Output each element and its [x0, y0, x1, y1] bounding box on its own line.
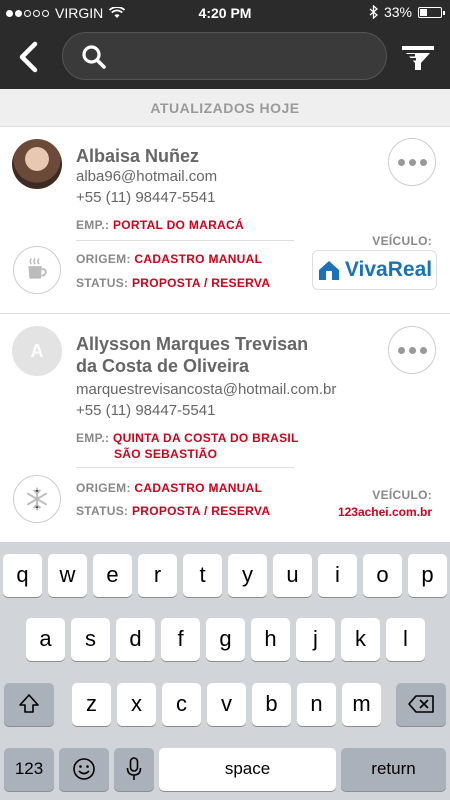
lead-origem: ORIGEM: CADASTRO MANUAL	[76, 252, 262, 266]
key-f[interactable]: f	[161, 618, 200, 661]
key-e[interactable]: e	[93, 554, 132, 597]
battery-percent: 33%	[383, 4, 412, 20]
key-t[interactable]: t	[183, 554, 222, 597]
shift-icon	[19, 694, 39, 713]
origem-label: ORIGEM:	[76, 252, 131, 266]
lead-card[interactable]: A Allysson Marques Trevisan da Costa de …	[0, 315, 450, 542]
key-d[interactable]: d	[116, 618, 155, 661]
status-value: PROPOSTA / RESERVA	[131, 276, 271, 290]
veiculo-label: VEÍCULO:	[372, 234, 432, 248]
lead-name-continued: da Costa de Oliveira	[76, 356, 250, 376]
search-icon	[82, 45, 106, 69]
more-options-button[interactable]	[388, 138, 436, 186]
divider	[76, 467, 294, 468]
lead-email: alba96@hotmail.com	[76, 168, 218, 185]
key-u[interactable]: u	[273, 554, 312, 597]
key-i[interactable]: i	[318, 554, 357, 597]
lead-phone: +55 (11) 98447-5541	[76, 189, 216, 206]
divider	[76, 240, 294, 241]
search-bar[interactable]	[62, 32, 387, 80]
snowflake-icon	[13, 475, 61, 523]
key-h[interactable]: h	[251, 618, 290, 661]
backspace-icon	[408, 695, 434, 713]
space-key[interactable]: space	[159, 748, 336, 791]
microphone-icon	[126, 757, 142, 780]
lead-phone: +55 (11) 98447-5541	[76, 402, 216, 419]
shift-key[interactable]	[4, 683, 54, 726]
key-w[interactable]: w	[48, 554, 87, 597]
key-o[interactable]: o	[363, 554, 402, 597]
emoji-key[interactable]	[59, 748, 109, 791]
key-j[interactable]: j	[296, 618, 335, 661]
avatar	[12, 139, 62, 189]
lead-name: Allysson Marques Trevisan	[76, 334, 309, 354]
key-a[interactable]: a	[26, 618, 65, 661]
emp-value: PORTAL DO MARACÁ	[112, 218, 244, 232]
origem-value: CADASTRO MANUAL	[134, 481, 263, 495]
more-options-button[interactable]	[388, 326, 436, 374]
house-icon	[318, 261, 339, 280]
coffee-icon	[13, 246, 61, 294]
lead-status: STATUS: PROPOSTA / RESERVA	[76, 276, 270, 290]
status-label: STATUS:	[76, 276, 129, 290]
section-header: ATUALIZADOS HOJE	[0, 89, 450, 127]
key-z[interactable]: z	[72, 683, 111, 726]
microphone-key[interactable]	[114, 748, 154, 791]
emoji-icon	[73, 758, 95, 780]
lead-empreendimento: EMP.: PORTAL DO MARACÁ	[76, 218, 244, 232]
lead-empreendimento: EMP.: QUINTA DA COSTA DO BRASIL	[76, 431, 299, 445]
key-y[interactable]: y	[228, 554, 267, 597]
return-key[interactable]: return	[341, 748, 446, 791]
lead-status: STATUS: PROPOSTA / RESERVA	[76, 504, 270, 518]
veiculo-value: VivaReal	[344, 258, 433, 281]
avatar: A	[12, 326, 62, 376]
key-r[interactable]: r	[138, 554, 177, 597]
key-v[interactable]: v	[207, 683, 246, 726]
key-g[interactable]: g	[206, 618, 245, 661]
lead-email: marquestrevisancosta@hotmail.com.br	[76, 381, 337, 398]
lead-origem: ORIGEM: CADASTRO MANUAL	[76, 481, 262, 495]
key-p[interactable]: p	[408, 554, 447, 597]
lead-card[interactable]: Albaisa Nuñez alba96@hotmail.com +55 (11…	[0, 128, 450, 314]
emp-label: EMP.:	[76, 218, 110, 232]
back-button[interactable]	[14, 40, 44, 74]
status-bar: VIRGIN 4:20 PM 33%	[0, 0, 450, 26]
key-l[interactable]: l	[386, 618, 425, 661]
vivareal-logo: VivaReal	[312, 250, 437, 290]
search-input[interactable]	[117, 41, 377, 71]
lead-name: Albaisa Nuñez	[76, 146, 200, 166]
key-k[interactable]: k	[341, 618, 380, 661]
key-c[interactable]: c	[162, 683, 201, 726]
bluetooth-icon	[369, 5, 378, 19]
veiculo-value: 123achei.com.br	[337, 505, 432, 519]
backspace-key[interactable]	[396, 683, 446, 726]
origem-label: ORIGEM:	[76, 481, 131, 495]
status-value: PROPOSTA / RESERVA	[131, 504, 271, 518]
origem-value: CADASTRO MANUAL	[134, 252, 263, 266]
key-m[interactable]: m	[342, 683, 381, 726]
key-q[interactable]: q	[3, 554, 42, 597]
emp-value-continued: SÃO SEBASTIÃO	[114, 447, 218, 461]
battery-icon	[418, 6, 445, 18]
key-x[interactable]: x	[117, 683, 156, 726]
key-b[interactable]: b	[252, 683, 291, 726]
onscreen-keyboard: qwertyuiop asdfghjkl zxcvbnm 123 space r…	[0, 542, 450, 800]
navigation-bar: VIRGIN 4:20 PM 33%	[0, 0, 450, 89]
veiculo-label: VEÍCULO:	[372, 488, 432, 502]
numbers-key[interactable]: 123	[4, 748, 54, 791]
emp-label: EMP.:	[76, 431, 110, 445]
filter-button[interactable]	[402, 43, 434, 73]
key-s[interactable]: s	[71, 618, 110, 661]
lead-empreendimento-continued: SÃO SEBASTIÃO	[114, 447, 217, 461]
key-n[interactable]: n	[297, 683, 336, 726]
emp-value: QUINTA DA COSTA DO BRASIL	[112, 431, 299, 445]
status-label: STATUS:	[76, 504, 129, 518]
